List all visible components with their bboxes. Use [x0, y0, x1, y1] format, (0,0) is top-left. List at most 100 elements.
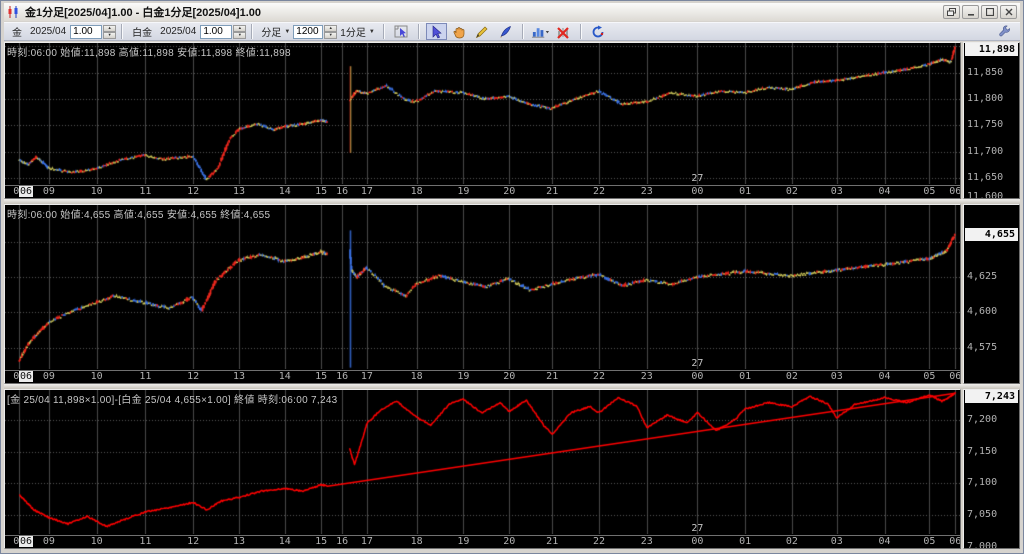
time-tick-label: 04	[878, 371, 891, 382]
chart-window: 金1分足[2025/04]1.00 - 白金1分足[2025/04]1.00 金	[0, 0, 1024, 554]
pencil-tool-button[interactable]	[472, 23, 493, 40]
platinum-price-axis: 4,655 4,625 4,600 4,575	[963, 204, 1020, 384]
gold-price-axis: 11,898 11,850 11,800 11,750 11,700 11,650 11,…	[963, 42, 1020, 199]
time-tick-label: 16	[336, 371, 349, 382]
toolbar-separator	[382, 24, 385, 39]
time-tick-label: 04	[878, 536, 891, 547]
chart-cursor-button[interactable]	[391, 23, 412, 40]
instrument2-multiplier-stepper[interactable]: ▲ ▼	[233, 24, 247, 39]
time-tick-label: 23	[640, 371, 653, 382]
time-tick-label: 14	[278, 371, 291, 382]
time-tick-label: 20	[503, 536, 516, 547]
time-tick-label: 09	[42, 186, 55, 197]
interval-dropdown[interactable]: 1分足 ▼	[340, 24, 375, 39]
time-tick-label: 05	[923, 186, 936, 197]
window-title: 金1分足[2025/04]1.00 - 白金1分足[2025/04]1.00	[25, 7, 262, 19]
app-candlestick-icon	[8, 6, 18, 18]
instrument2-multiplier-input[interactable]	[200, 24, 233, 39]
bar-count-stepper[interactable]: ▲ ▼	[324, 24, 338, 39]
chevron-down-icon: ▼	[284, 28, 291, 35]
time-tick-label: 02	[785, 371, 798, 382]
time-tick-label: 20	[503, 371, 516, 382]
pane-platinum: 時刻:06:00 始値:4,655 高値:4,655 安値:4,655 終値:4…	[4, 204, 1020, 384]
time-tick-label: 15	[315, 371, 328, 382]
title-bar: 金1分足[2025/04]1.00 - 白金1分足[2025/04]1.00	[4, 3, 1020, 21]
time-tick-label: 00	[691, 371, 704, 382]
gold-candle-chart[interactable]	[5, 43, 960, 184]
time-tick-label: 09	[42, 536, 55, 547]
price-tick-label: 7,150	[967, 446, 998, 457]
time-tick-label: 02	[785, 536, 798, 547]
spread-plot: [金 25/04 11,898×1.00]-[白金 25/04 4,655×1.…	[4, 389, 961, 549]
maximize-button[interactable]	[981, 5, 998, 19]
time-tick-label: 03	[830, 186, 843, 197]
time-tick-label: 10	[90, 371, 103, 382]
indicators-button[interactable]	[530, 23, 551, 40]
chart-cursor-icon	[394, 25, 408, 37]
spread-value-axis: 7,243 7,200 7,150 7,100 7,050 7,000	[963, 389, 1020, 549]
time-tick-label: 14	[278, 536, 291, 547]
price-tick-label: 11,650	[967, 172, 1004, 183]
float-window-button[interactable]	[943, 5, 960, 19]
minimize-icon	[967, 14, 974, 16]
time-tick-label: 19	[457, 371, 470, 382]
platinum-plot: 時刻:06:00 始値:4,655 高値:4,655 安値:4,655 終値:4…	[4, 204, 961, 384]
instrument2-label: 白金	[132, 28, 153, 39]
instrument1-month: 2025/04	[30, 26, 67, 37]
time-tick-label: 02	[785, 186, 798, 197]
time-tick-label: 21	[546, 186, 559, 197]
date-label: 27	[691, 523, 704, 534]
platinum-candle-chart[interactable]	[5, 205, 960, 369]
time-tick-label: 10	[90, 186, 103, 197]
time-tick-label: 15	[315, 536, 328, 547]
close-button[interactable]	[1000, 5, 1017, 19]
instrument1-multiplier-stepper[interactable]: ▲ ▼	[103, 24, 117, 39]
chevron-down-icon: ▼	[368, 28, 375, 35]
time-tick-label: 01	[739, 186, 752, 197]
time-tick-label: 22	[592, 371, 606, 382]
period-type-dropdown[interactable]: 分足 ▼	[261, 24, 290, 39]
wrench-icon	[999, 25, 1010, 37]
pane-gold: 時刻:06:00 始値:11,898 高値:11,898 安値:11,898 終…	[4, 42, 1020, 199]
brush-tool-button[interactable]	[495, 23, 516, 40]
time-tick-label: 15	[315, 186, 328, 197]
pane-spread: [金 25/04 11,898×1.00]-[白金 25/04 4,655×1.…	[4, 389, 1020, 549]
time-tick-label: 13	[232, 371, 245, 382]
time-tick-label: 17	[360, 186, 373, 197]
delete-chart-button[interactable]	[553, 23, 574, 40]
time-tick-label: 00	[691, 186, 704, 197]
time-tick-label: 11	[139, 536, 152, 547]
date-label: 27	[691, 173, 704, 184]
price-tick-label: 4,625	[967, 271, 998, 282]
time-tick-label: 01	[739, 371, 752, 382]
refresh-button[interactable]	[588, 23, 609, 40]
time-tick-label: 23	[640, 186, 653, 197]
spread-formula-readout: [金 25/04 11,898×1.00]-[白金 25/04 4,655×1.…	[7, 395, 338, 406]
date-label: 27	[691, 358, 704, 369]
time-tick-label: 09	[42, 371, 55, 382]
hand-tool-button[interactable]	[449, 23, 470, 40]
pointer-tool-button[interactable]	[425, 23, 447, 40]
price-tick-label: 4,600	[967, 306, 998, 317]
spread-current-value: 7,243	[965, 390, 1018, 403]
bar-count-input[interactable]	[293, 24, 324, 39]
toolbar: 金 2025/04 ▲▼ 白金 2025/04 ▲▼ 分足▼ ▲▼ 1分足▼	[4, 22, 1020, 41]
time-tick-label: 01	[739, 536, 752, 547]
time-tick-label: 17	[360, 536, 373, 547]
platinum-current-price: 4,655	[965, 228, 1018, 241]
instrument1-multiplier-input[interactable]	[70, 24, 103, 39]
instrument2-month: 2025/04	[160, 26, 197, 37]
time-tick-label: 19	[457, 536, 470, 547]
time-tick-label: 22	[592, 536, 606, 547]
price-tick-label: 11,700	[967, 146, 1004, 157]
time-tick-label: 13	[232, 536, 245, 547]
time-tick-label: 17	[360, 371, 373, 382]
spread-line-chart[interactable]	[5, 390, 960, 534]
settings-button[interactable]	[994, 23, 1015, 40]
price-tick-label: 11,850	[967, 67, 1004, 78]
time-tick-label: 21	[546, 536, 559, 547]
time-tick-label: 18	[410, 536, 423, 547]
time-tick-label: 16	[336, 536, 349, 547]
minimize-button[interactable]	[962, 5, 979, 19]
session-start-marker: 06	[19, 371, 34, 382]
